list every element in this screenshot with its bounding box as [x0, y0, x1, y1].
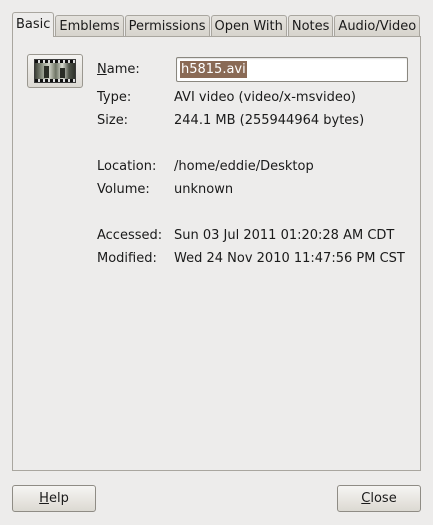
help-button[interactable]: Help [12, 485, 96, 512]
modified-label: Modified: [97, 251, 157, 266]
type-label: Type: [97, 90, 132, 105]
size-value: 244.1 MB (255944964 bytes) [174, 113, 365, 128]
name-label-rest: ame: [106, 62, 140, 77]
film-strip-bottom [35, 79, 75, 82]
thumbnail-figure [44, 66, 49, 78]
tab-audio-video[interactable]: Audio/Video [334, 15, 421, 37]
help-mnemonic: H [39, 491, 49, 506]
name-label: Name: [97, 61, 140, 79]
thumbnail-figure [60, 68, 65, 78]
tab-permissions[interactable]: Permissions [124, 15, 210, 37]
location-label: Location: [97, 159, 157, 174]
type-value: AVI video (video/x-msvideo) [174, 90, 356, 105]
name-field[interactable]: h5815.avi [176, 57, 408, 82]
tab-bar: Basic Emblems Permissions Open With Note… [12, 12, 421, 37]
basic-tab-panel: Name: h5815.avi Type: AVI video (video/x… [12, 36, 421, 471]
modified-value: Wed 24 Nov 2010 11:47:56 PM CST [174, 251, 405, 266]
accessed-value: Sun 03 Jul 2011 01:20:28 AM CDT [174, 228, 395, 243]
volume-value: unknown [174, 182, 234, 197]
size-label: Size: [97, 113, 129, 128]
tab-emblems[interactable]: Emblems [55, 15, 124, 37]
help-label-rest: elp [48, 491, 69, 506]
accessed-label: Accessed: [97, 228, 163, 243]
close-mnemonic: C [361, 491, 371, 506]
tab-open-with[interactable]: Open With [210, 15, 287, 37]
name-field-selected-text: h5815.avi [180, 61, 247, 78]
name-label-mnemonic: N [97, 62, 107, 77]
close-button[interactable]: Close [337, 485, 421, 512]
tab-basic[interactable]: Basic [12, 12, 55, 37]
volume-label: Volume: [97, 182, 150, 197]
file-icon-button[interactable] [27, 54, 83, 88]
video-thumbnail-icon [34, 59, 76, 83]
tab-notes[interactable]: Notes [287, 15, 334, 37]
close-label-rest: lose [370, 491, 397, 506]
film-strip-top [35, 60, 75, 63]
location-value: /home/eddie/Desktop [174, 159, 314, 174]
